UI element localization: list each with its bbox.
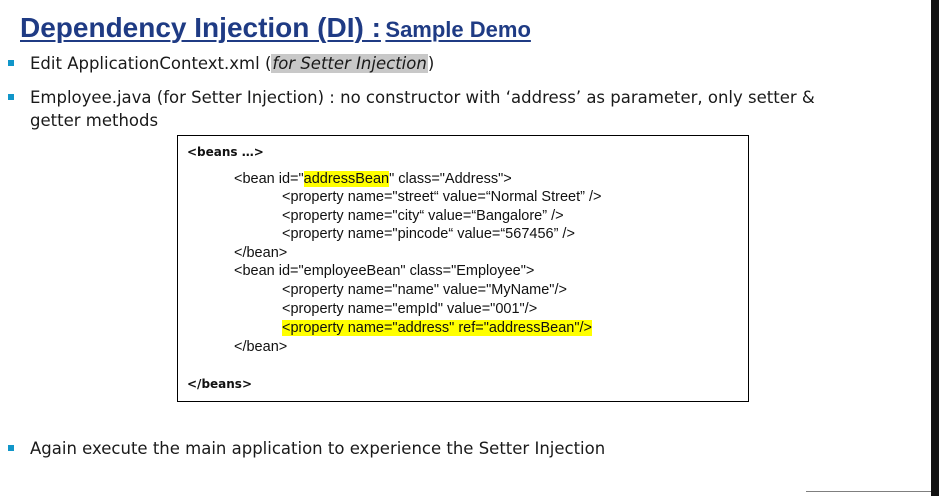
code-bean-employee-open: <bean id="employeeBean" class="Employee"…: [234, 263, 535, 279]
code-prop-street: <property name="street“ value=“Normal St…: [282, 189, 602, 205]
code-prop-empid: <property name="empId" value="001"/>: [282, 301, 538, 317]
code-bean-address-suffix: " class="Address">: [389, 171, 512, 187]
code-bean-close: </bean>: [234, 339, 288, 355]
bullet-text-suffix: ): [427, 54, 435, 73]
code-bean-address-open: <bean id="addressBean" class="Address">: [234, 170, 512, 188]
bullet-square-icon: [8, 94, 14, 100]
window-edge: [931, 0, 939, 496]
code-prop-address: <property name="address" ref="addressBea…: [282, 319, 592, 337]
bullet-employee-java: Employee.java (for Setter Injection) : n…: [8, 86, 850, 132]
code-prop-name: <property name="name" value="MyName"/>: [282, 282, 567, 298]
code-prop-address-highlight: <property name="address" ref="addressBea…: [282, 320, 592, 336]
bullet-text: Again execute the main application to ex…: [30, 439, 606, 458]
bullet-text-highlight: for Setter Injection: [271, 54, 428, 73]
code-beans-open: <beans …>: [187, 145, 264, 159]
bullet-square-icon: [8, 445, 14, 451]
bullet-execute-app: Again execute the main application to ex…: [8, 437, 850, 460]
code-prop-pincode: <property name="pincode“ value=“567456” …: [282, 226, 575, 242]
divider-line: [806, 491, 933, 492]
code-bean-close: </bean>: [234, 245, 288, 261]
bullet-square-icon: [8, 60, 14, 66]
slide: Dependency Injection (DI) : Sample Demo …: [0, 0, 933, 496]
slide-title: Dependency Injection (DI) : Sample Demo: [20, 8, 531, 53]
title-subtitle: Sample Demo: [385, 17, 531, 42]
bullet-edit-context: Edit ApplicationContext.xml (for Setter …: [8, 52, 850, 75]
code-prop-city: <property name="city“ value=“Bangalore” …: [282, 208, 564, 224]
title-main: Dependency Injection (DI) :: [20, 12, 381, 43]
bullet-text-prefix: Edit ApplicationContext.xml (: [30, 54, 272, 73]
code-bean-address-prefix: <bean id=": [234, 171, 304, 187]
code-bean-address-id: addressBean: [303, 171, 390, 187]
bullet-text: Employee.java (for Setter Injection) : n…: [30, 88, 815, 130]
code-beans-close: </beans>: [187, 377, 253, 391]
xml-code-box: <beans …> <bean id="addressBean" class="…: [177, 135, 749, 402]
